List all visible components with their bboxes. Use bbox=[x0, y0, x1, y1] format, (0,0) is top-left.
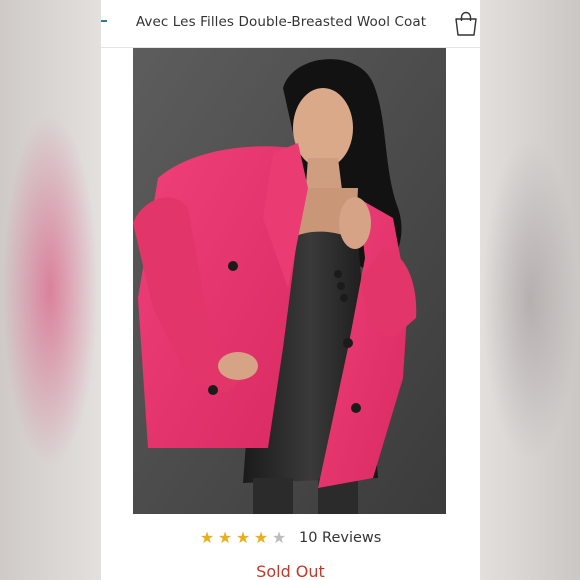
rating-row[interactable]: ★ ★ ★ ★ ★ 10 Reviews bbox=[101, 528, 480, 548]
product-page: Avec Les Filles Double-Breasted Wool Coa… bbox=[101, 0, 480, 580]
star-filled-icon: ★ bbox=[199, 528, 215, 547]
star-filled-icon: ★ bbox=[253, 528, 269, 547]
product-image[interactable] bbox=[133, 48, 446, 514]
shopping-bag-icon[interactable] bbox=[453, 10, 479, 38]
star-rating: ★ ★ ★ ★ ★ bbox=[199, 528, 287, 548]
star-filled-icon: ★ bbox=[235, 528, 251, 547]
menu-icon[interactable] bbox=[101, 20, 107, 22]
reviews-link[interactable]: 10 Reviews bbox=[299, 528, 381, 548]
star-filled-icon: ★ bbox=[217, 528, 233, 547]
status-badge: Sold Out bbox=[256, 562, 325, 580]
top-bar: Avec Les Filles Double-Breasted Wool Coa… bbox=[101, 0, 480, 48]
page-title: Avec Les Filles Double-Breasted Wool Coa… bbox=[135, 14, 427, 30]
star-empty-icon: ★ bbox=[271, 528, 287, 547]
